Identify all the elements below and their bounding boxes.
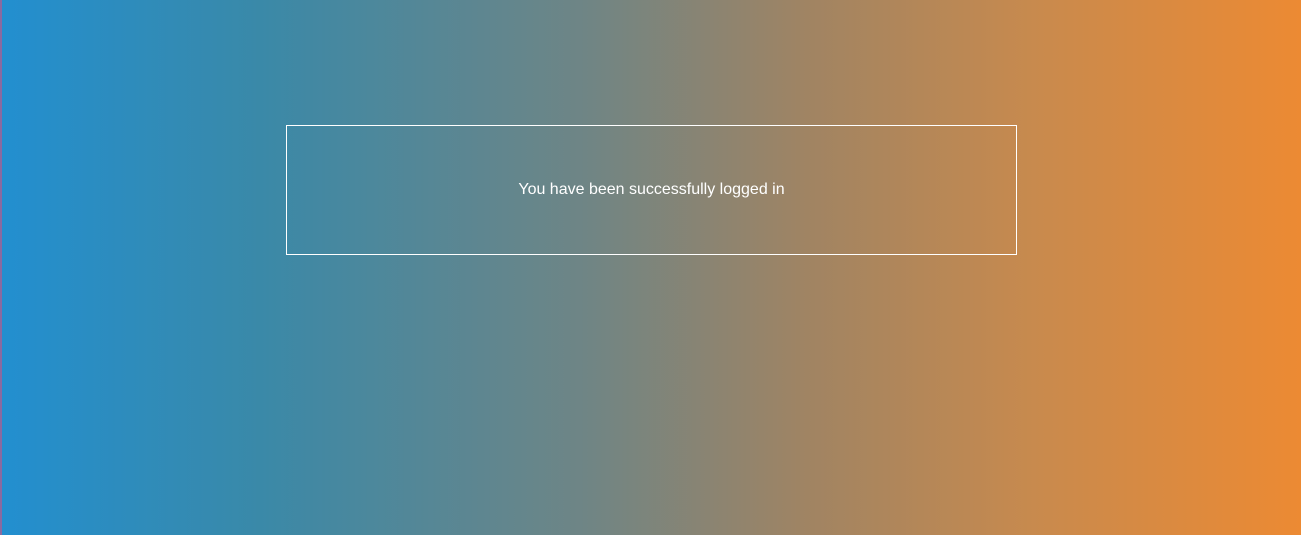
left-edge-strip bbox=[0, 0, 2, 535]
success-message-text: You have been successfully logged in bbox=[518, 181, 785, 198]
success-message-box: You have been successfully logged in bbox=[286, 125, 1017, 255]
gradient-background bbox=[0, 0, 1301, 535]
